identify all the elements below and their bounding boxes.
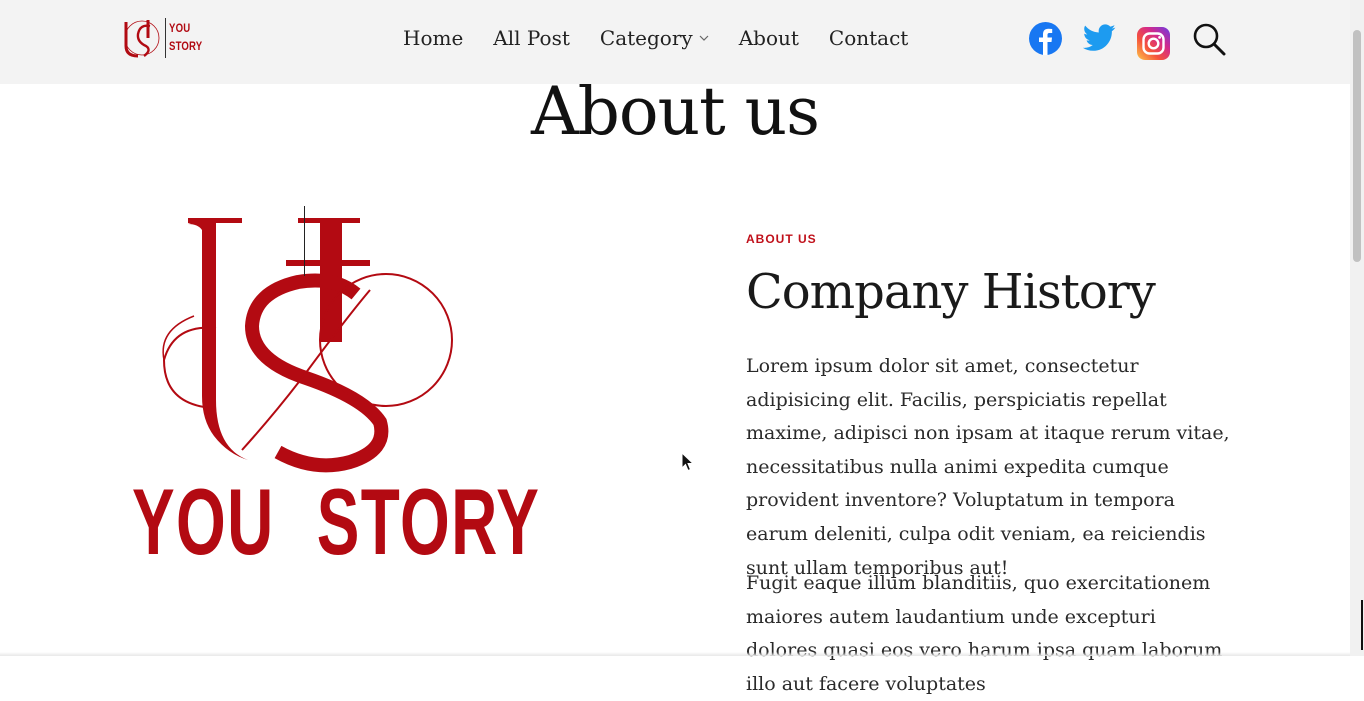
brand-wordmark-left: YOU — [132, 469, 275, 574]
search-icon[interactable] — [1192, 22, 1226, 56]
chevron-down-icon — [699, 35, 709, 41]
nav-label: Contact — [828, 26, 909, 50]
instagram-icon[interactable] — [1137, 27, 1170, 60]
nav-label: About — [738, 26, 799, 50]
section-title: Company History — [746, 264, 1156, 320]
brand-wordmark: YOU STORY — [132, 472, 540, 572]
brand-logo-large: YOU STORY — [128, 200, 539, 580]
logo-monogram-icon — [124, 20, 160, 58]
nav-item-about[interactable]: About — [739, 26, 799, 50]
about-paragraph: Lorem ipsum dolor sit amet, consectetur … — [746, 355, 1230, 579]
nav-item-contact[interactable]: Contact — [829, 26, 908, 50]
nav-label: All Post — [493, 26, 570, 50]
nav-label: Home — [403, 26, 464, 50]
text-caret — [304, 206, 305, 276]
logo-monogram-icon — [162, 218, 453, 473]
page-bottom-edge — [0, 652, 1350, 656]
scrollbar-edge-mark — [1361, 600, 1363, 650]
section-eyebrow: ABOUT US — [746, 232, 817, 246]
twitter-icon[interactable] — [1083, 24, 1116, 52]
logo-divider — [165, 18, 166, 58]
nav-item-all-post[interactable]: All Post — [493, 26, 570, 50]
logo-text-line1: YOU — [169, 21, 191, 35]
about-paragraph: Fugit eaque illum blanditiis, quo exerci… — [746, 572, 1223, 695]
site-header: YOU STORY Home All Post Category About C… — [0, 0, 1350, 84]
mouse-pointer-icon — [681, 452, 694, 472]
site-logo[interactable]: YOU STORY — [118, 16, 208, 62]
nav-item-home[interactable]: Home — [403, 26, 463, 50]
nav-label: Category — [599, 26, 693, 50]
nav-item-category[interactable]: Category — [600, 26, 709, 50]
page-title: About us — [530, 73, 820, 150]
main-nav: Home All Post Category About Contact — [403, 26, 938, 50]
brand-wordmark-right: STORY — [316, 469, 541, 574]
facebook-icon[interactable] — [1029, 22, 1062, 55]
logo-text-line2: STORY — [169, 39, 203, 53]
page-scrollbar[interactable] — [1350, 0, 1364, 656]
scrollbar-thumb[interactable] — [1353, 30, 1361, 262]
